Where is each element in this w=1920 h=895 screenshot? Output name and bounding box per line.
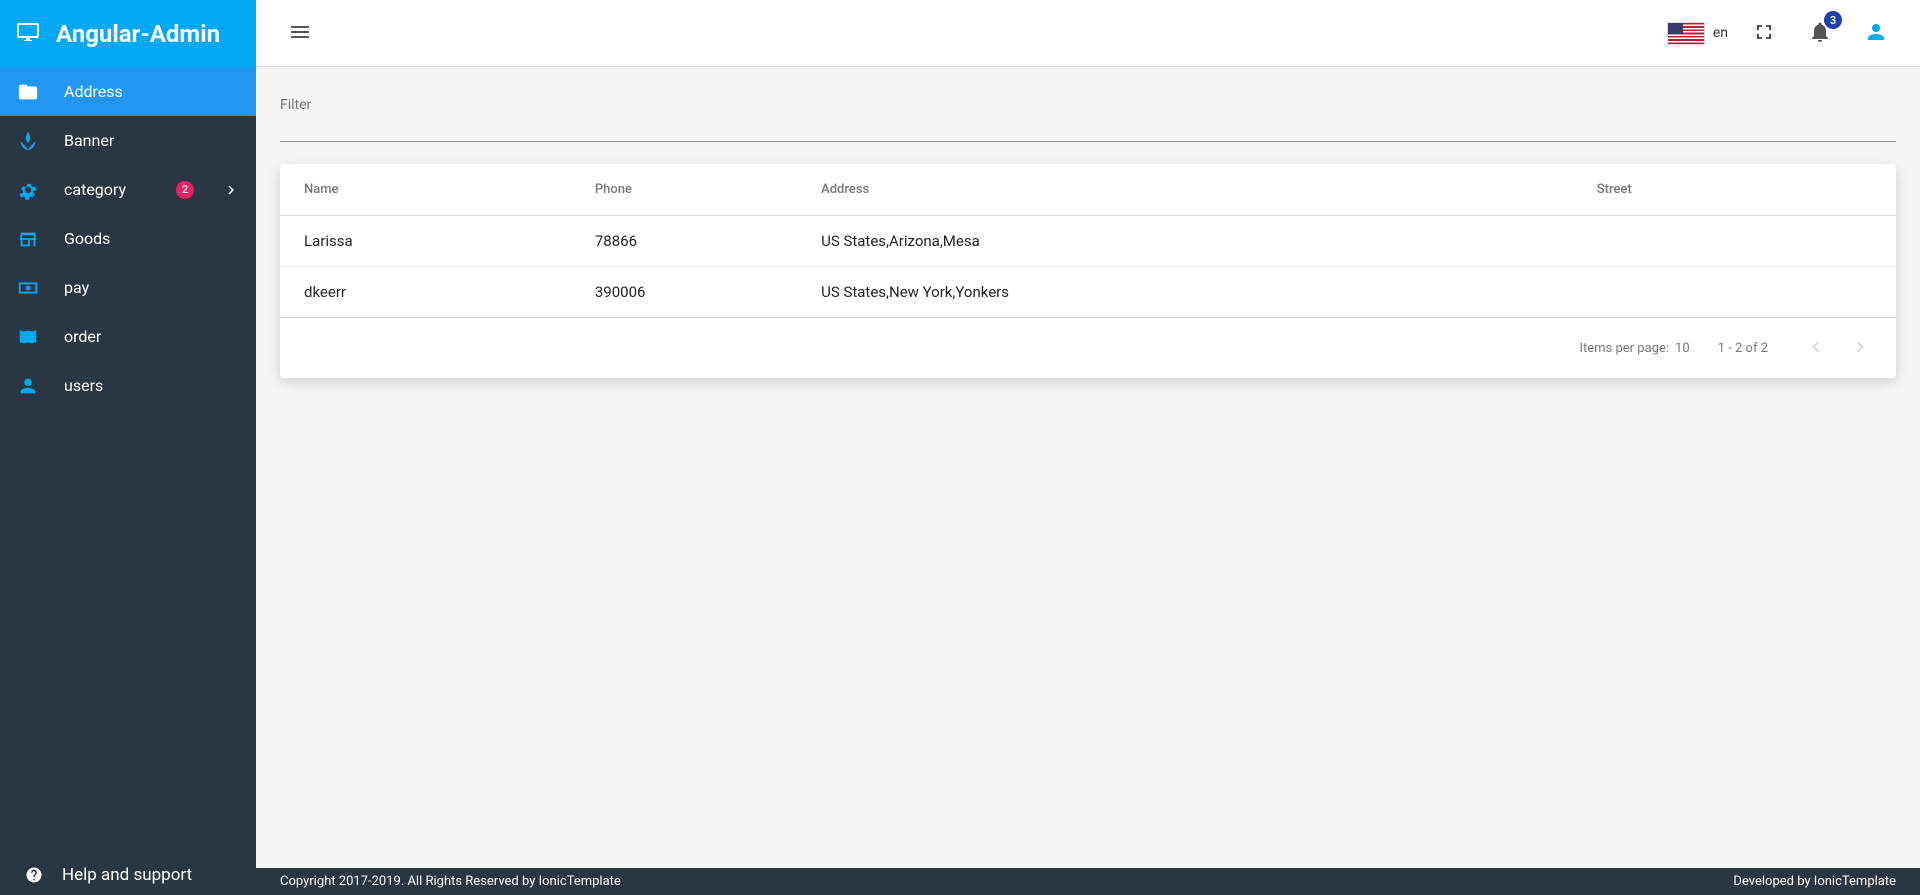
filter-field: Filter [280,97,1896,142]
footer-developed: Developed by IonicTemplate [1733,874,1896,889]
sidebar-item-address[interactable]: Address [0,67,256,116]
settings-icon [16,178,40,202]
sidebar-item-label: Goods [64,229,240,248]
sidebar-item-label: Address [64,82,240,101]
data-card: Name Phone Address Street Larissa 78866 … [280,164,1896,378]
chevron-right-icon [1849,336,1871,361]
flag-us-icon [1667,22,1705,45]
filter-input[interactable] [280,97,1896,142]
main: en 3 Filter [256,0,1920,895]
next-page-button[interactable] [1840,328,1880,368]
spa-icon [16,129,40,153]
address-table: Name Phone Address Street Larissa 78866 … [280,164,1896,318]
cell-name: dkeerr [280,267,571,318]
items-per-page-value: 10 [1675,341,1690,356]
cell-address: US States,Arizona,Mesa [797,216,1573,267]
prev-page-button[interactable] [1796,328,1836,368]
cell-address: US States,New York,Yonkers [797,267,1573,318]
brand[interactable]: Angular-Admin [0,0,256,67]
menu-toggle-button[interactable] [280,13,320,53]
sidebar-badge: 2 [176,181,194,199]
sidebar-item-category[interactable]: category 2 [0,165,256,214]
menu-icon [288,20,312,47]
column-header-address[interactable]: Address [797,164,1573,216]
sidebar-item-label: users [64,376,240,395]
content: Filter Name Phone Address Street Larissa… [256,67,1920,868]
nav: Address Banner category 2 Goods [0,67,256,855]
topbar: en 3 [256,0,1920,67]
sidebar-item-order[interactable]: order [0,312,256,361]
column-header-name[interactable]: Name [280,164,571,216]
fullscreen-button[interactable] [1744,13,1784,53]
cell-phone: 390006 [571,267,797,318]
sidebar-item-label: pay [64,278,240,297]
sidebar-item-label: category [64,180,152,199]
cell-street [1573,216,1896,267]
money-icon [16,276,40,300]
chevron-left-icon [1805,336,1827,361]
fullscreen-icon [1752,20,1776,47]
book-icon [16,325,40,349]
monitor-icon [16,20,40,48]
sidebar-item-goods[interactable]: Goods [0,214,256,263]
pagination-controls [1796,328,1880,368]
folder-icon [16,80,40,104]
profile-button[interactable] [1856,13,1896,53]
paginator: Items per page: 10 1 - 2 of 2 [280,318,1896,378]
cell-name: Larissa [280,216,571,267]
brand-title: Angular-Admin [56,20,220,48]
sidebar: Angular-Admin Address Banner category 2 [0,0,256,895]
pagination-range: 1 - 2 of 2 [1718,341,1768,356]
help-icon [24,865,44,885]
sidebar-item-banner[interactable]: Banner [0,116,256,165]
sidebar-item-label: order [64,327,240,346]
sidebar-help-label: Help and support [62,865,192,885]
table-row[interactable]: Larissa 78866 US States,Arizona,Mesa [280,216,1896,267]
table-row[interactable]: dkeerr 390006 US States,New York,Yonkers [280,267,1896,318]
person-icon [16,374,40,398]
notifications-button[interactable]: 3 [1800,13,1840,53]
footer-copyright: Copyright 2017-2019. All Rights Reserved… [280,874,621,889]
sidebar-item-users[interactable]: users [0,361,256,410]
cell-street [1573,267,1896,318]
sidebar-help[interactable]: Help and support [0,855,256,895]
chevron-right-icon [222,181,240,199]
sidebar-item-label: Banner [64,131,240,150]
items-per-page-label: Items per page: [1579,341,1669,356]
language-code: en [1713,25,1728,41]
store-icon [16,227,40,251]
column-header-phone[interactable]: Phone [571,164,797,216]
language-selector[interactable]: en [1667,22,1728,45]
cell-phone: 78866 [571,216,797,267]
items-per-page[interactable]: Items per page: 10 [1579,341,1689,356]
table-header-row: Name Phone Address Street [280,164,1896,216]
notification-badge: 3 [1824,11,1842,29]
person-icon [1864,20,1888,47]
footer: Copyright 2017-2019. All Rights Reserved… [256,868,1920,895]
column-header-street[interactable]: Street [1573,164,1896,216]
sidebar-item-pay[interactable]: pay [0,263,256,312]
